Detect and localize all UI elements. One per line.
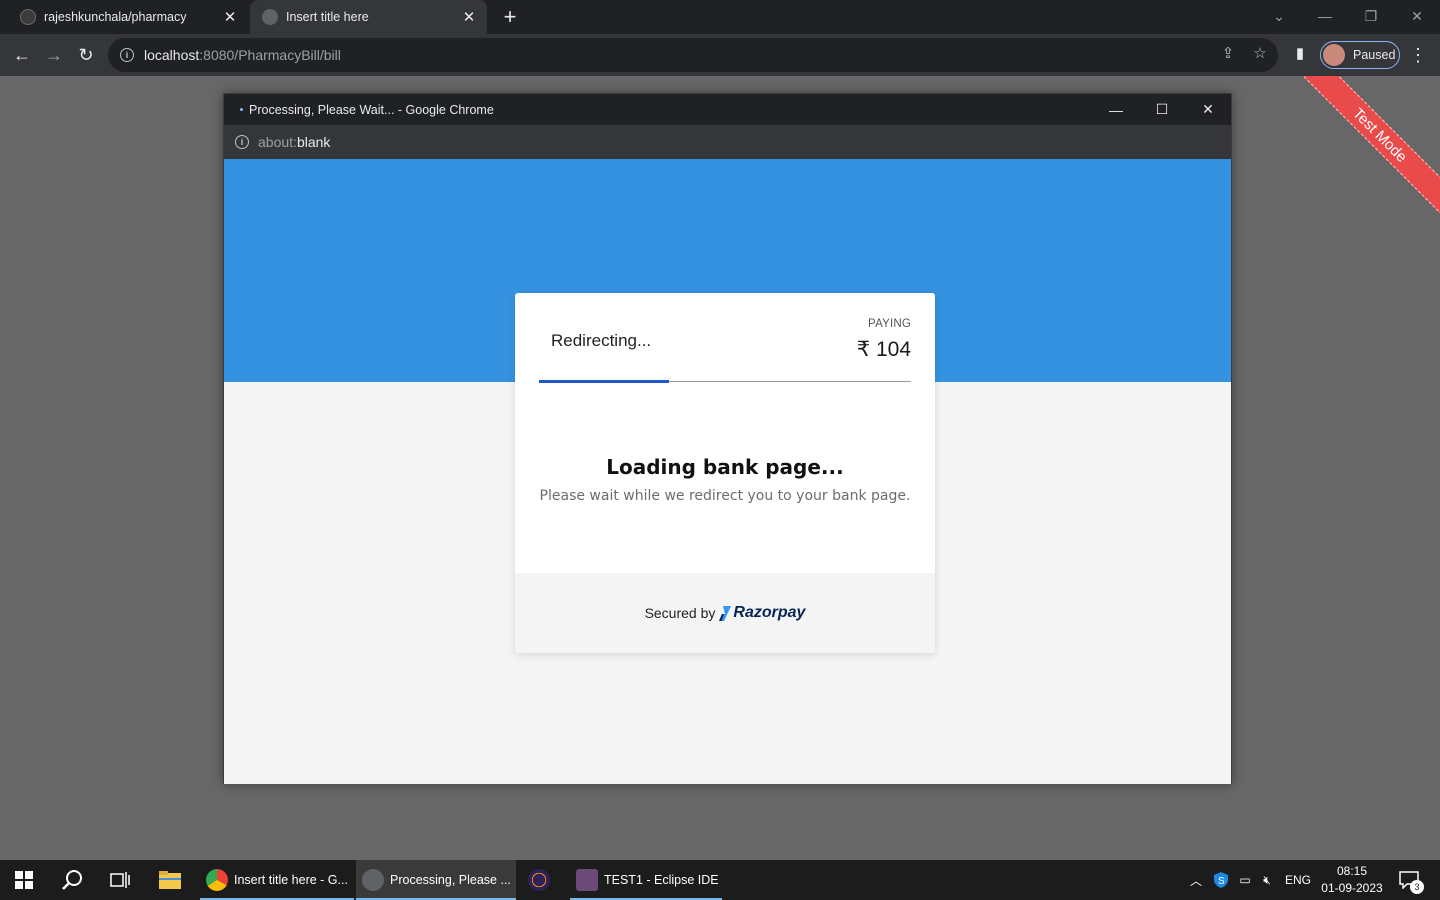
address-path: blank <box>296 134 331 150</box>
card-footer: Secured by Razorpay <box>515 573 935 653</box>
language-indicator[interactable]: ENG <box>1282 860 1314 900</box>
url-host: localhost <box>144 47 200 63</box>
bookmark-star-icon[interactable]: ☆ <box>1250 43 1270 63</box>
popup-window-controls: — ☐ ✕ <box>1093 94 1231 125</box>
svg-text:S: S <box>1218 876 1225 887</box>
forward-icon[interactable]: → <box>42 43 66 67</box>
share-icon[interactable]: ⇪ <box>1218 43 1238 63</box>
notification-count-badge: 3 <box>1410 880 1424 894</box>
payment-amount: ₹ 104 <box>856 338 911 361</box>
clock-date: 01-09-2023 <box>1321 881 1383 895</box>
task-view-icon[interactable] <box>96 860 144 900</box>
ribbon-label: Test Mode <box>1300 76 1440 215</box>
windows-taskbar: Insert title here - G... Processing, Ple… <box>0 860 1440 900</box>
search-icon[interactable] <box>48 860 96 900</box>
status-text: Redirecting... <box>551 331 652 350</box>
profile-status: Paused <box>1353 48 1396 62</box>
close-window-icon[interactable]: ✕ <box>1394 0 1440 32</box>
eclipse-workspace-icon <box>576 869 598 891</box>
browser-tab-strip: rajeshkunchala/pharmacy ✕ Insert title h… <box>0 0 1440 34</box>
notification-center-icon[interactable]: 3 <box>1394 860 1424 900</box>
minimize-icon[interactable]: — <box>1093 94 1139 125</box>
payment-popup-window: Processing, Please Wait... - Google Chro… <box>223 93 1232 784</box>
tab-search-icon[interactable]: ⌄ <box>1256 0 1302 32</box>
tab-insert-title[interactable]: Insert title here ✕ <box>250 0 487 34</box>
address-scheme: about: <box>258 134 297 150</box>
taskbar-app-eclipse[interactable] <box>522 860 562 900</box>
globe-icon <box>262 9 278 25</box>
network-icon[interactable]: ▭ <box>1234 860 1256 900</box>
back-icon[interactable]: ← <box>10 43 34 67</box>
clock[interactable]: 08:15 01-09-2023 <box>1318 863 1386 897</box>
avatar <box>1323 44 1345 66</box>
popup-window-title: Processing, Please Wait... - Google Chro… <box>249 102 494 117</box>
tab-title: rajeshkunchala/pharmacy <box>44 10 187 24</box>
security-shield-icon[interactable]: S <box>1210 860 1232 900</box>
address-bar[interactable]: i localhost:8080/PharmacyBill/bill <box>108 38 1278 72</box>
tab-title: Insert title here <box>286 10 369 24</box>
more-menu-icon[interactable]: ⋮ <box>1408 43 1428 67</box>
checkout-page: Redirecting... PAYING ₹ 104 Loading bank… <box>224 159 1231 784</box>
chrome-icon <box>206 869 228 891</box>
loading-subtitle: Please wait while we redirect you to you… <box>539 488 911 504</box>
restore-icon[interactable]: ❐ <box>1348 0 1394 32</box>
side-panel-icon[interactable]: ▮ <box>1290 43 1310 63</box>
taskbar-app-eclipse-ide[interactable]: TEST1 - Eclipse IDE <box>570 860 722 900</box>
file-explorer-icon[interactable] <box>146 860 194 900</box>
github-icon <box>20 9 36 25</box>
popup-title-bar: Processing, Please Wait... - Google Chro… <box>224 94 1231 125</box>
show-hidden-icons-icon[interactable]: ︿ <box>1184 860 1208 900</box>
loading-title: Loading bank page... <box>606 455 844 479</box>
minimize-icon[interactable]: — <box>1302 0 1348 32</box>
checkout-card: Redirecting... PAYING ₹ 104 Loading bank… <box>515 293 935 653</box>
taskbar-app-chrome-1[interactable]: Insert title here - G... <box>200 860 354 900</box>
clock-time: 08:15 <box>1336 864 1368 878</box>
close-icon[interactable]: ✕ <box>459 7 479 27</box>
info-icon[interactable]: i <box>235 135 249 149</box>
profile-button[interactable]: Paused <box>1320 41 1400 69</box>
paying-label: PAYING <box>868 318 911 330</box>
card-header: Redirecting... PAYING ₹ 104 <box>515 293 935 383</box>
taskbar-app-label: Processing, Please ... <box>390 873 511 887</box>
razorpay-wordmark: Razorpay <box>733 604 806 621</box>
test-mode-ribbon: Test Mode <box>1260 76 1440 216</box>
window-controls: ⌄ — ❐ ✕ <box>1256 0 1440 34</box>
taskbar-app-label: Insert title here - G... <box>234 873 348 887</box>
url-path: :8080/PharmacyBill/bill <box>199 47 341 63</box>
razorpay-mark-icon <box>719 605 732 621</box>
windows-start-icon[interactable] <box>0 860 48 900</box>
browser-toolbar: ← → ↻ i localhost:8080/PharmacyBill/bill… <box>0 34 1440 76</box>
secured-by-label: Secured by <box>644 605 716 621</box>
new-tab-button[interactable]: + <box>498 4 522 29</box>
razorpay-logo: Razorpay <box>719 604 805 622</box>
taskbar-app-chrome-2[interactable]: Processing, Please ... <box>356 860 516 900</box>
eclipse-icon <box>528 869 550 891</box>
info-icon[interactable]: i <box>120 48 134 62</box>
reload-icon[interactable]: ↻ <box>74 43 98 67</box>
maximize-icon[interactable]: ☐ <box>1139 94 1185 125</box>
close-icon[interactable]: ✕ <box>1185 94 1231 125</box>
popup-address-bar: i about: blank <box>224 125 1231 159</box>
close-icon[interactable]: ✕ <box>220 7 240 27</box>
taskbar-app-label: TEST1 - Eclipse IDE <box>604 873 719 887</box>
progress-bar <box>539 380 669 383</box>
tab-github[interactable]: rajeshkunchala/pharmacy ✕ <box>8 0 248 34</box>
globe-icon <box>362 869 384 891</box>
loading-favicon-icon <box>240 108 243 111</box>
volume-muted-icon[interactable]: 🔇︎ <box>1256 860 1278 900</box>
